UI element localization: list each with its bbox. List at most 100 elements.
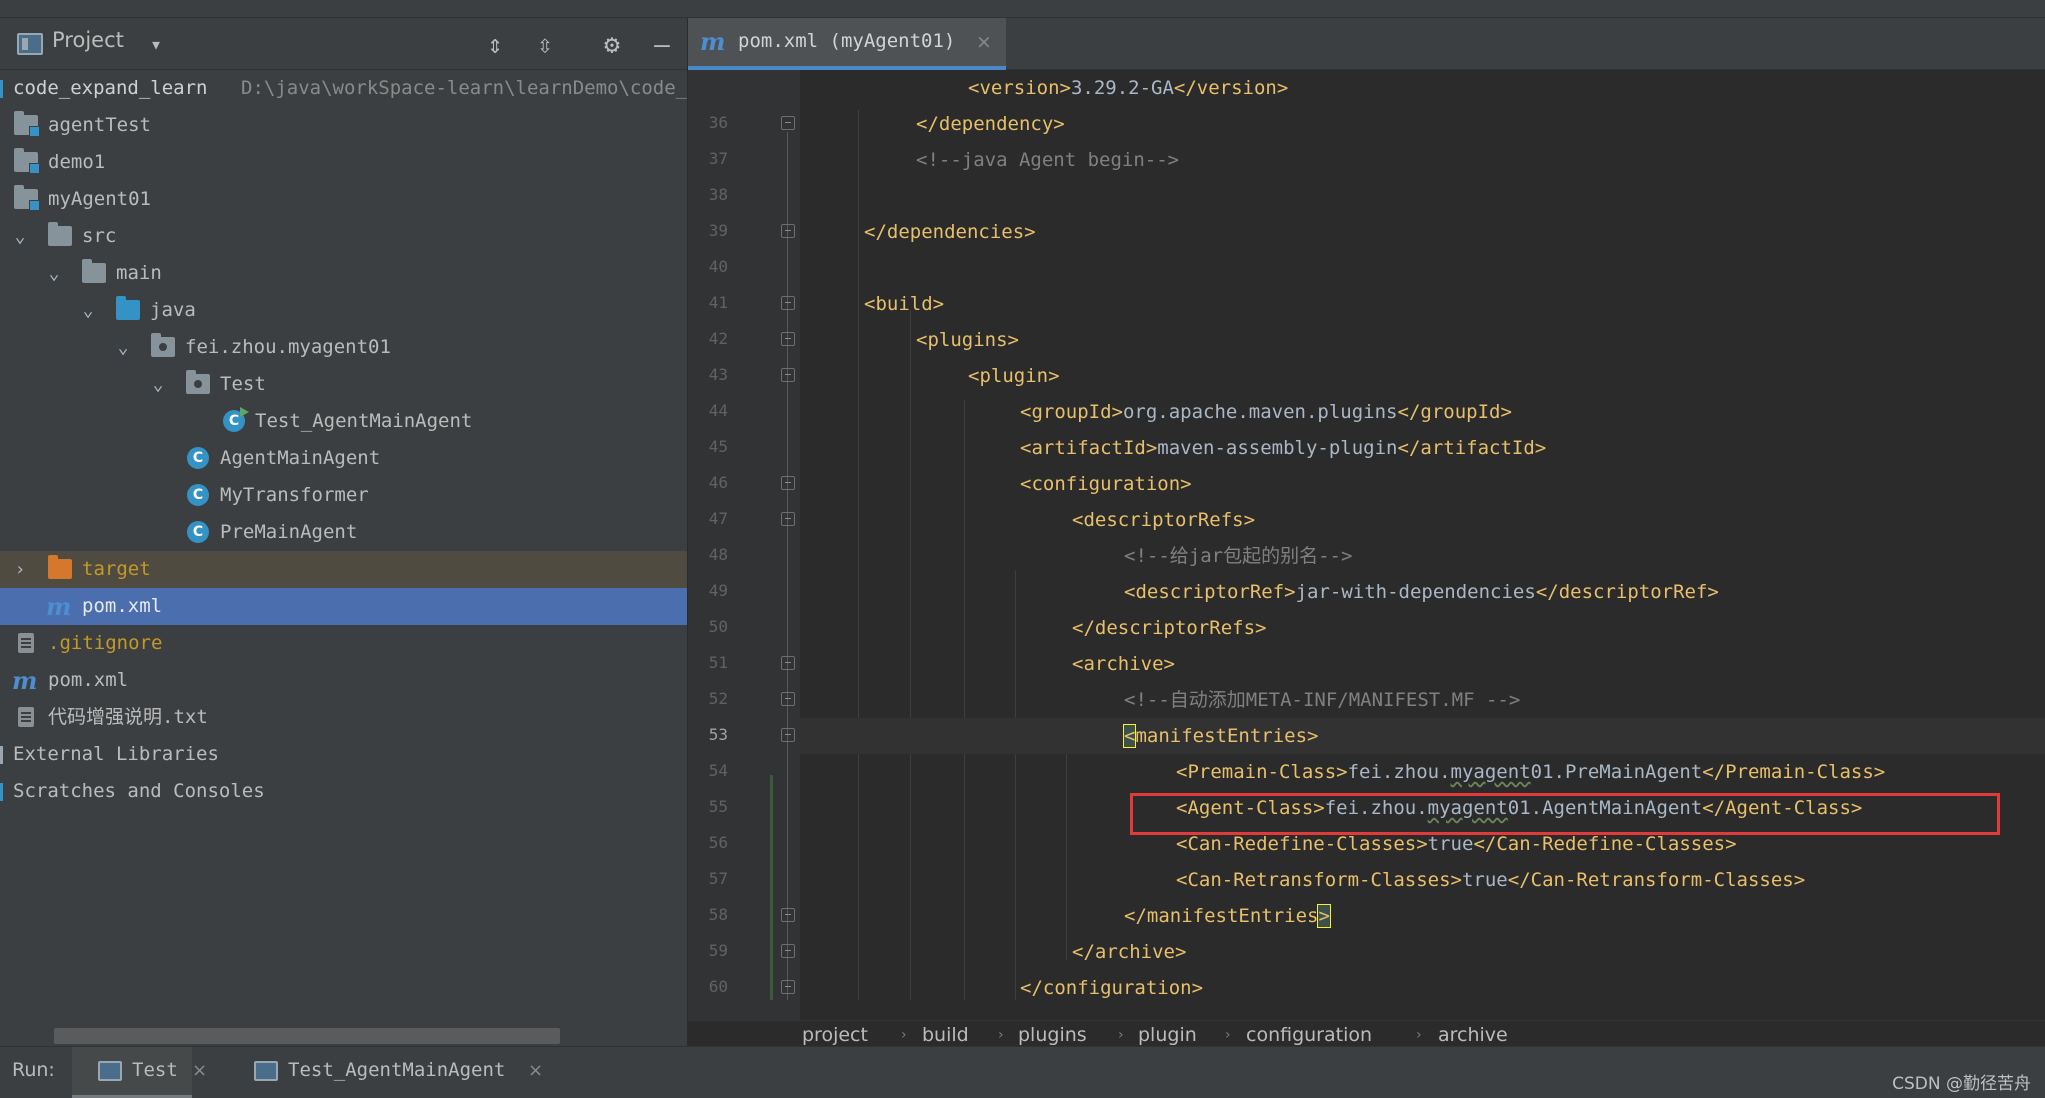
xml-text: true: [1461, 869, 1508, 891]
code-line-49: <descriptorRef>jar-with-dependencies</de…: [1124, 574, 2045, 610]
horizontal-scrollbar[interactable]: [54, 1028, 560, 1044]
chevron-down-icon[interactable]: ⌄: [113, 329, 133, 366]
expand-all-icon[interactable]: ⇕: [478, 28, 512, 62]
breadcrumb-separator: ›: [998, 1027, 1004, 1043]
line-number: 56: [708, 833, 728, 852]
scratches-icon: [0, 783, 3, 801]
collapse-all-icon[interactable]: ⇳: [528, 28, 562, 62]
tree-item-agentmainagent[interactable]: C AgentMainAgent: [0, 440, 687, 477]
fold-icon[interactable]: [781, 692, 795, 706]
line-number: 57: [708, 869, 728, 888]
xml-text: 01.PreMainAgent: [1530, 761, 1703, 783]
tree-item-label: demo1: [48, 151, 106, 173]
code-area[interactable]: <version>3.29.2-GA</version> </dependenc…: [800, 70, 2045, 1020]
indent-guide: [858, 110, 859, 1000]
folder-icon: [48, 222, 72, 246]
fold-icon[interactable]: [781, 512, 795, 526]
project-tool-window: Project ▾ ⇕ ⇳ ⚙ — code_expand_learn D:\j…: [0, 18, 688, 1046]
line-number: 59: [708, 941, 728, 960]
tree-item-gitignore[interactable]: .gitignore: [0, 625, 687, 662]
tree-item-package[interactable]: ⌄ fei.zhou.myagent01: [0, 329, 687, 366]
fold-icon[interactable]: [781, 656, 795, 670]
xml-tag: <Premain-Class>: [1176, 761, 1348, 783]
gear-icon[interactable]: ⚙: [595, 28, 629, 62]
tab-pom-xml[interactable]: m pom.xml (myAgent01) ×: [688, 18, 1006, 70]
breadcrumb-plugin[interactable]: plugin: [1138, 1024, 1197, 1046]
project-view-selector[interactable]: Project: [52, 28, 124, 52]
run-tool-window-bar: Run: Test × Test_AgentMainAgent × CSDN @…: [0, 1046, 2045, 1098]
tree-item-external-libraries[interactable]: External Libraries: [0, 736, 687, 773]
tree-item-demo1[interactable]: demo1: [0, 144, 687, 181]
code-line-46: <configuration>: [1020, 466, 2045, 502]
project-view-icon: [17, 33, 43, 55]
chevron-right-icon[interactable]: ›: [10, 551, 30, 588]
breadcrumb: project › build › plugins › plugin › con…: [688, 1020, 2045, 1046]
vcs-change-marker: [770, 775, 773, 1000]
tree-item-pom-root[interactable]: m pom.xml: [0, 662, 687, 699]
tree-item-test-agentmainagent[interactable]: C Test_AgentMainAgent: [0, 403, 687, 440]
close-icon[interactable]: ×: [528, 1060, 543, 1081]
folder-icon: [82, 259, 106, 283]
xml-tag: <configuration>: [1020, 473, 1192, 495]
fold-icon[interactable]: [781, 368, 795, 382]
breadcrumb-configuration[interactable]: configuration: [1246, 1024, 1372, 1046]
code-line-48: <!--给jar包起的别名-->: [1124, 538, 2045, 574]
xml-tag: <plugin>: [968, 365, 1060, 387]
fold-icon[interactable]: [781, 296, 795, 310]
tree-item-scratches[interactable]: Scratches and Consoles: [0, 773, 687, 810]
fold-icon[interactable]: [781, 728, 795, 742]
tree-item-test[interactable]: ⌄ Test: [0, 366, 687, 403]
fold-icon[interactable]: [781, 944, 795, 958]
tree-item-mytransformer[interactable]: C MyTransformer: [0, 477, 687, 514]
editor: m pom.xml (myAgent01) × 36 37 38 39 40 4…: [688, 18, 2045, 1046]
class-icon: C: [187, 521, 209, 543]
breadcrumb-plugins[interactable]: plugins: [1018, 1024, 1087, 1046]
code-line-35: <version>3.29.2-GA</version>: [968, 70, 2045, 106]
fold-icon[interactable]: [781, 980, 795, 994]
xml-tag: <Can-Retransform-Classes>: [1176, 869, 1462, 891]
tree-item-label: java: [150, 299, 196, 321]
highlight-box: [1130, 793, 2000, 835]
tree-item-target[interactable]: › target: [0, 551, 687, 588]
xml-text: org.apache.maven.plugins: [1122, 401, 1398, 423]
fold-icon[interactable]: [781, 908, 795, 922]
hide-panel-icon[interactable]: —: [645, 28, 679, 62]
fold-icon[interactable]: [781, 116, 795, 130]
line-number-current: 53: [708, 725, 728, 744]
line-number-gutter: 36 37 38 39 40 41 42 43 44 45 46 47 48 4…: [688, 70, 800, 1020]
chevron-down-icon[interactable]: ⌄: [148, 366, 168, 403]
module-marker: [0, 80, 3, 98]
xml-tag: </groupId>: [1397, 401, 1512, 423]
close-icon[interactable]: ×: [192, 1060, 207, 1081]
fold-icon[interactable]: [781, 224, 795, 238]
tree-item-pom-module[interactable]: m pom.xml: [0, 588, 687, 625]
chevron-down-icon[interactable]: ⌄: [78, 292, 98, 329]
fold-icon[interactable]: [781, 332, 795, 346]
breadcrumb-separator: ›: [901, 1027, 907, 1043]
chevron-down-icon[interactable]: ⌄: [44, 255, 64, 292]
tree-root[interactable]: code_expand_learn D:\java\workSpace-lear…: [0, 70, 687, 107]
close-icon[interactable]: ×: [976, 31, 992, 53]
xml-text: maven-assembly-plugin: [1157, 437, 1398, 459]
breadcrumb-archive[interactable]: archive: [1438, 1024, 1508, 1046]
tree-item-premainagent[interactable]: C PreMainAgent: [0, 514, 687, 551]
tree-item-txt-file[interactable]: 代码增强说明.txt: [0, 699, 687, 736]
tree-item-myagent01[interactable]: myAgent01: [0, 181, 687, 218]
breadcrumb-build[interactable]: build: [922, 1024, 969, 1046]
breadcrumb-project[interactable]: project: [802, 1024, 868, 1046]
chevron-down-icon[interactable]: ⌄: [10, 218, 30, 255]
code-line-44: <groupId>org.apache.maven.plugins</group…: [1020, 394, 2045, 430]
code-line-52: <!--自动添加META-INF/MANIFEST.MF -->: [1124, 682, 2045, 718]
run-tab-test-agentmainagent[interactable]: Test_AgentMainAgent ×: [248, 1047, 548, 1098]
tree-item-agenttest[interactable]: agentTest: [0, 107, 687, 144]
tree-item-label: fei.zhou.myagent01: [185, 336, 391, 358]
run-tab-test[interactable]: Test ×: [72, 1047, 207, 1098]
tree-item-src[interactable]: ⌄ src: [0, 218, 687, 255]
runnable-class-icon: C: [223, 407, 249, 432]
tree-item-main[interactable]: ⌄ main: [0, 255, 687, 292]
tree-item-java[interactable]: ⌄ java: [0, 292, 687, 329]
xml-tag: <descriptorRef>: [1124, 581, 1296, 603]
code-line-60: </configuration>: [1020, 970, 2045, 1006]
fold-icon[interactable]: [781, 476, 795, 490]
chevron-down-icon[interactable]: ▾: [150, 32, 162, 56]
